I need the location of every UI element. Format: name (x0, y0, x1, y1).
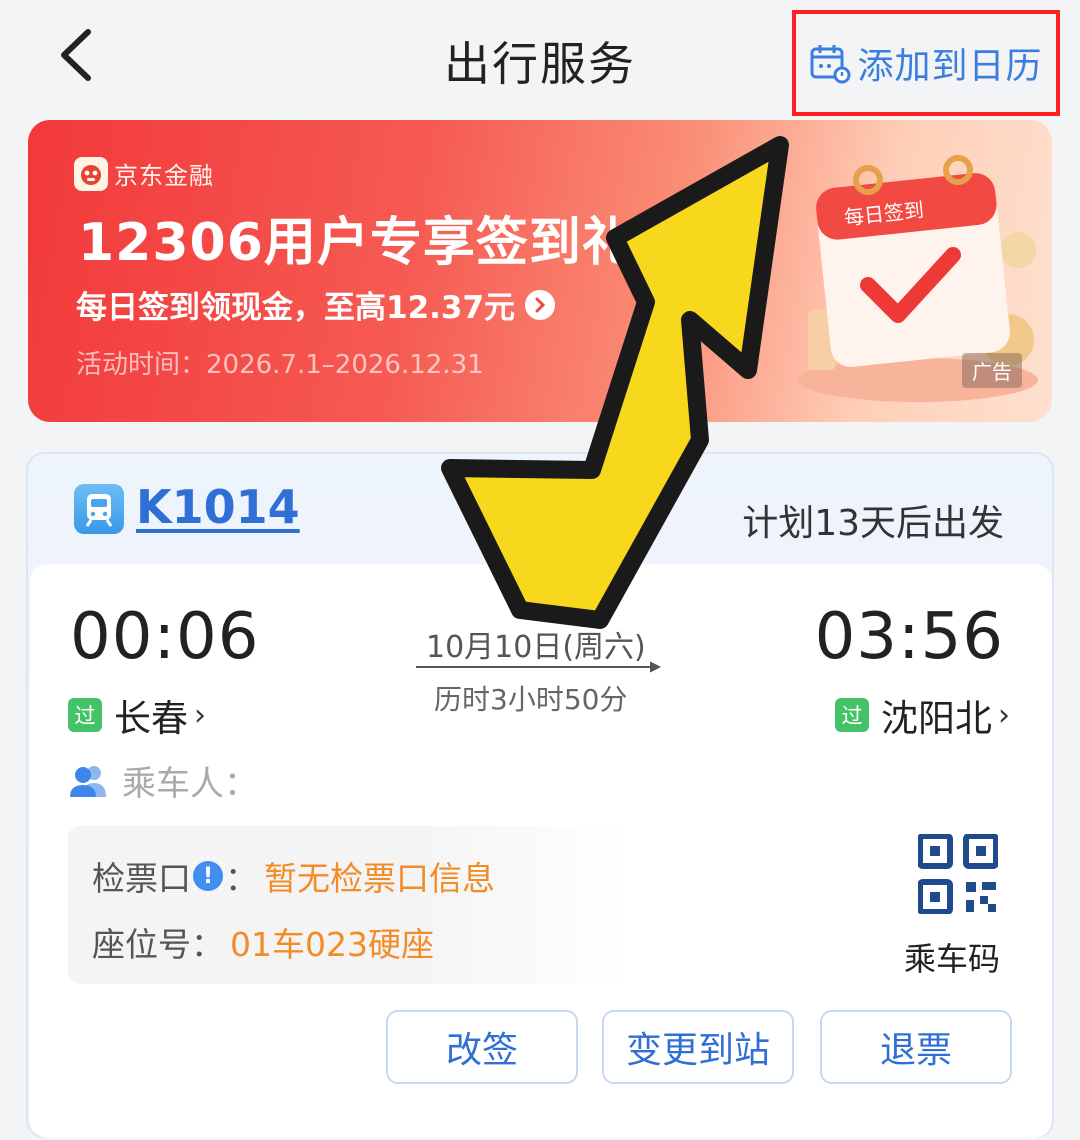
pass-badge: 过 (68, 698, 102, 732)
arrival-station[interactable]: 过 沈阳北 › (835, 688, 1010, 742)
change-destination-button[interactable]: 变更到站 (602, 1010, 794, 1084)
pass-badge: 过 (835, 698, 869, 732)
ticket-info-box: 检票口 ! ： 暂无检票口信息 座位号： 01车023硬座 (68, 826, 628, 984)
info-icon[interactable]: ! (193, 861, 223, 891)
ride-qr-code-button[interactable]: 乘车码 (896, 834, 1016, 984)
passenger-label: 乘车人： (122, 764, 258, 804)
seat-value: 01车023硬座 (230, 925, 434, 964)
brand-name: 京东金融 (114, 162, 214, 190)
departure-station-name: 长春 (114, 697, 188, 740)
qr-code-label: 乘车码 (904, 940, 1001, 978)
chevron-right-icon (525, 289, 556, 320)
qr-code-icon (918, 834, 998, 914)
banner-subtitle-row: 每日签到领现金，至高12.37元 (76, 282, 556, 327)
gate-separator: ： (225, 859, 258, 898)
calendar-icon (810, 45, 851, 84)
departure-station[interactable]: 过 长春 › (68, 688, 206, 742)
ticket-details: 00:06 10月10日(周六) 历时3小时50分 03:56 过 长春 › 过… (30, 564, 1052, 1138)
add-to-calendar-label: 添加到日历 (857, 46, 1043, 87)
banner-period: 活动时间：2026.7.1–2026.12.31 (76, 350, 484, 380)
jd-finance-logo-icon (74, 156, 108, 191)
ticket-card: K1014 计划13天后出发 00:06 10月10日(周六) 历时3小时50分… (26, 452, 1054, 1138)
promo-banner[interactable]: 京东金融 12306用户专享签到礼 每日签到领现金，至高12.37元 活动时间：… (28, 120, 1052, 422)
departure-time: 00:06 (70, 600, 260, 674)
travel-duration: 历时3小时50分 (434, 683, 628, 716)
route-arrow-icon (416, 661, 662, 673)
banner-title: 12306用户专享签到礼 (78, 213, 635, 273)
arrival-time: 03:56 (814, 600, 1004, 674)
chevron-right-icon: › (998, 697, 1010, 733)
passengers-icon (70, 765, 106, 797)
passenger-row: 乘车人： (68, 756, 258, 805)
brand-row: 京东金融 (74, 156, 214, 191)
arrival-station-name: 沈阳北 (881, 697, 992, 740)
ad-badge: 广告 (962, 353, 1022, 388)
chevron-right-icon: › (194, 697, 206, 733)
gate-value: 暂无检票口信息 (264, 859, 495, 898)
add-to-calendar-button[interactable]: 添加到日历 (792, 10, 1060, 116)
departure-plan: 计划13天后出发 (742, 503, 1004, 544)
banner-subtitle: 每日签到领现金，至高12.37元 (76, 290, 516, 326)
refund-button[interactable]: 退票 (820, 1010, 1012, 1084)
train-number-link[interactable]: K1014 (136, 480, 300, 534)
gate-row: 检票口 ! ： 暂无检票口信息 (92, 852, 495, 900)
gate-label: 检票口 (92, 859, 191, 898)
reschedule-button[interactable]: 改签 (386, 1010, 578, 1084)
top-bar: 出行服务 添加到日历 (0, 0, 1080, 118)
train-icon (74, 484, 124, 534)
seat-row: 座位号： 01车023硬座 (92, 918, 434, 966)
seat-label: 座位号： (92, 925, 224, 964)
